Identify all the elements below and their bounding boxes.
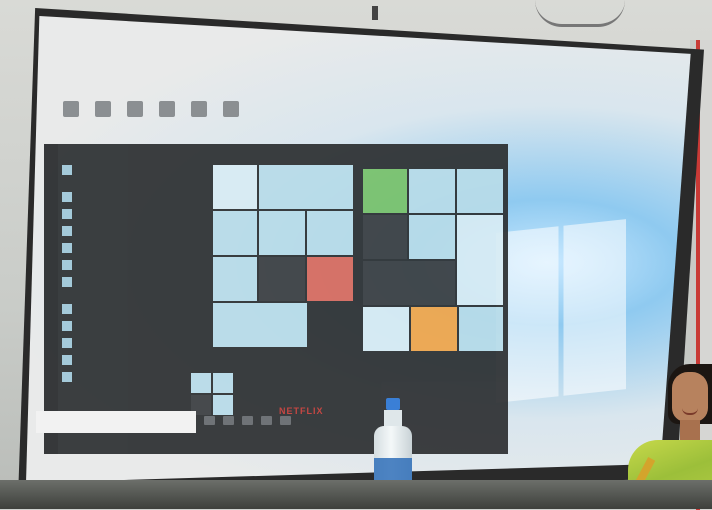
app-icon (62, 164, 72, 175)
live-tile[interactable] (362, 306, 410, 352)
app-icon (62, 259, 72, 270)
app-list-heading (62, 179, 187, 189)
ceiling-hook (372, 6, 378, 20)
recycle-bin-icon (223, 101, 239, 117)
live-tile[interactable] (212, 256, 258, 302)
live-tile[interactable] (456, 168, 504, 214)
desktop-icon[interactable] (92, 101, 114, 129)
app-icon[interactable] (280, 416, 291, 425)
store-icon[interactable] (261, 416, 272, 425)
live-tile[interactable] (212, 302, 308, 348)
live-tile[interactable] (306, 210, 354, 256)
desktop-icons (60, 101, 242, 129)
app-icon (62, 242, 72, 253)
live-tile[interactable] (306, 256, 354, 302)
live-tile[interactable] (458, 306, 504, 352)
app-icon (62, 303, 72, 314)
app-icon (62, 320, 72, 331)
small-tile[interactable] (190, 372, 212, 394)
app-list-item[interactable] (62, 274, 187, 289)
live-tile[interactable] (362, 214, 408, 260)
app-icon (62, 276, 72, 287)
app-icon (62, 337, 72, 348)
app-list-item[interactable] (62, 257, 187, 272)
live-tile[interactable] (212, 210, 258, 256)
live-tile[interactable] (408, 168, 456, 214)
live-tile[interactable] (456, 214, 504, 306)
app-list-item[interactable] (62, 352, 187, 367)
bottle-label (374, 458, 412, 482)
taskbar-icons (204, 416, 291, 425)
live-tile[interactable] (410, 306, 458, 352)
table-edge (0, 480, 712, 509)
live-tile[interactable] (212, 164, 258, 210)
task-view-icon[interactable] (204, 416, 215, 425)
app-icon (63, 101, 79, 117)
windows-logo-wallpaper (496, 219, 626, 403)
desktop-icon[interactable] (60, 101, 82, 129)
app-list-item[interactable] (62, 301, 187, 316)
app-list-item[interactable] (62, 223, 187, 238)
desktop-icon[interactable] (188, 101, 210, 129)
start-menu-side-rail (44, 144, 58, 454)
app-list-item[interactable] (62, 162, 187, 177)
desktop-icon[interactable] (124, 101, 146, 129)
file-icon (95, 101, 111, 117)
app-icon (62, 208, 72, 219)
app-list-item[interactable] (62, 335, 187, 350)
start-menu-app-list (62, 152, 187, 386)
file-icon (159, 101, 175, 117)
live-tile[interactable] (362, 260, 456, 306)
netflix-tile-text[interactable]: NETFLIX (279, 406, 324, 416)
app-icon (191, 101, 207, 117)
app-list-item[interactable] (62, 189, 187, 204)
desktop-icon[interactable] (156, 101, 178, 129)
small-tile[interactable] (212, 372, 234, 394)
app-icon (62, 371, 72, 382)
start-menu: NETFLIX (44, 144, 508, 454)
app-icon (62, 191, 72, 202)
ceiling-cable (535, 0, 625, 27)
edge-icon[interactable] (223, 416, 234, 425)
app-list-item[interactable] (62, 240, 187, 255)
app-list-item[interactable] (62, 318, 187, 333)
live-tile[interactable] (408, 214, 456, 260)
live-tile[interactable] (258, 164, 354, 210)
neck (680, 420, 700, 442)
app-icon (62, 354, 72, 365)
app-list-heading (62, 152, 187, 162)
live-tile[interactable] (258, 210, 306, 256)
app-list-item[interactable] (62, 206, 187, 221)
desktop-icon[interactable] (220, 101, 242, 129)
app-list-item[interactable] (62, 369, 187, 384)
app-icon (62, 225, 72, 236)
projector-screen: NETFLIX (26, 16, 691, 483)
app-list-heading (62, 291, 187, 301)
small-tile[interactable] (212, 394, 234, 416)
folder-icon[interactable] (242, 416, 253, 425)
live-tile[interactable] (362, 168, 408, 214)
live-tile[interactable] (258, 256, 306, 302)
taskbar-search-input[interactable] (36, 411, 196, 433)
app-icon (127, 101, 143, 117)
bottle-cap (386, 398, 400, 410)
